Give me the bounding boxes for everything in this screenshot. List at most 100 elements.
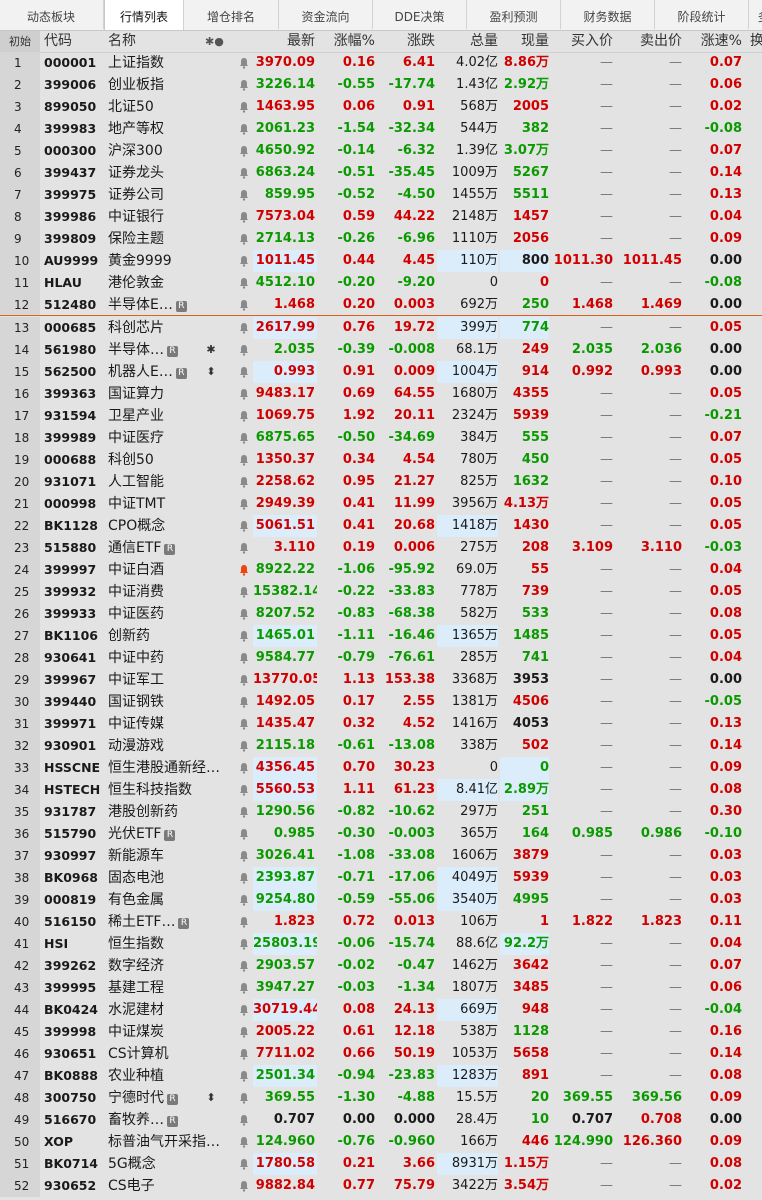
- tab-7[interactable]: 阶段统计: [655, 0, 749, 29]
- bell-icon[interactable]: [236, 581, 252, 603]
- bell-icon[interactable]: [236, 845, 252, 867]
- table-row[interactable]: 22 BK1128 CPO概念 5061.51 0.41 20.68 1418万 1430 — —…: [0, 515, 762, 537]
- table-row[interactable]: 12 512480 半导体E… R 1.468 0.20 0.003 692万 250 1.468…: [0, 294, 762, 316]
- bell-icon[interactable]: [236, 647, 252, 669]
- tab-5[interactable]: 盈利预测: [467, 0, 561, 29]
- bell-icon[interactable]: [236, 955, 252, 977]
- bell-icon[interactable]: [236, 889, 252, 911]
- bell-icon[interactable]: [236, 713, 252, 735]
- table-row[interactable]: 9 399809 保险主题 2714.13 -0.26 -6.96 1110万 2056 — — 0…: [0, 228, 762, 250]
- bell-icon[interactable]: [236, 140, 252, 162]
- table-row[interactable]: 34 HSTECH 恒生科技指数 5560.53 1.11 61.23 8.41亿 2.89万…: [0, 779, 762, 801]
- col-header-speed[interactable]: 涨速%: [683, 31, 742, 52]
- bell-icon[interactable]: [236, 669, 252, 691]
- table-row[interactable]: 28 930641 中证中药 9584.77 -0.79 -76.61 285万 741 — — 0…: [0, 647, 762, 669]
- table-row[interactable]: 49 516670 畜牧养… R 0.707 0.00 0.000 28.4万 10 0.707 0…: [0, 1109, 762, 1131]
- bell-icon[interactable]: [236, 625, 252, 647]
- bell-icon[interactable]: [236, 559, 252, 581]
- table-row[interactable]: 43 399995 基建工程 3947.27 -0.03 -1.34 1807万 3485 — —…: [0, 977, 762, 999]
- tab-6[interactable]: 财务数据: [561, 0, 655, 29]
- bell-icon[interactable]: [236, 250, 252, 272]
- table-row[interactable]: 19 000688 科创50 1350.37 0.34 4.54 780万 450 — — 0.05: [0, 449, 762, 471]
- bell-icon[interactable]: [236, 427, 252, 449]
- table-row[interactable]: 46 930651 CS计算机 7711.02 0.66 50.19 1053万 5658 — —…: [0, 1043, 762, 1065]
- table-row[interactable]: 31 399971 中证传媒 1435.47 0.32 4.52 1416万 4053 — — 0.…: [0, 713, 762, 735]
- bell-icon[interactable]: [236, 383, 252, 405]
- tab-8[interactable]: 多: [749, 0, 762, 29]
- table-row[interactable]: 3 899050 北证50 1463.95 0.06 0.91 568万 2005 — — 0.02: [0, 96, 762, 118]
- table-row[interactable]: 20 931071 人工智能 2258.62 0.95 21.27 825万 1632 — — 0.…: [0, 471, 762, 493]
- bell-icon[interactable]: [236, 603, 252, 625]
- bell-icon[interactable]: [236, 911, 252, 933]
- bell-icon[interactable]: [236, 228, 252, 250]
- bell-icon[interactable]: [236, 74, 252, 96]
- bell-icon[interactable]: [236, 1043, 252, 1065]
- bell-icon[interactable]: [236, 823, 252, 845]
- table-row[interactable]: 4 399983 地产等权 2061.23 -1.54 -32.34 544万 382 — — -0…: [0, 118, 762, 140]
- bell-icon[interactable]: [236, 162, 252, 184]
- tab-0[interactable]: 动态板块: [0, 0, 104, 29]
- table-row[interactable]: 32 930901 动漫游戏 2115.18 -0.61 -13.08 338万 502 — — 0…: [0, 735, 762, 757]
- table-row[interactable]: 45 399998 中证煤炭 2005.22 0.61 12.18 538万 1128 — — 0.…: [0, 1021, 762, 1043]
- bell-icon[interactable]: [236, 339, 252, 361]
- table-row[interactable]: 29 399967 中证军工 13770.05 1.13 153.38 3368万 3953 —…: [0, 669, 762, 691]
- table-row[interactable]: 52 930652 CS电子 9882.84 0.77 75.79 3422万 3.54万 — —…: [0, 1175, 762, 1197]
- table-row[interactable]: 48 300750 宁德时代 R ⬍ 369.55 -1.30 -4.88 15.5万 20 369…: [0, 1087, 762, 1109]
- bell-icon[interactable]: [236, 867, 252, 889]
- col-header-current-volume[interactable]: 现量: [500, 31, 549, 52]
- bell-icon[interactable]: [236, 1087, 252, 1109]
- bell-icon[interactable]: [236, 1153, 252, 1175]
- bell-icon[interactable]: [236, 361, 252, 383]
- table-row[interactable]: 36 515790 光伏ETF R 0.985 -0.30 -0.003 365万 164 0.9…: [0, 823, 762, 845]
- col-header-ask[interactable]: 卖出价: [621, 31, 682, 52]
- table-row[interactable]: 23 515880 通信ETF R 3.110 0.19 0.006 275万 208 3.109…: [0, 537, 762, 559]
- col-header-initial[interactable]: 初始: [0, 31, 40, 52]
- bell-icon[interactable]: [236, 206, 252, 228]
- col-header-code[interactable]: 代码: [44, 31, 72, 52]
- table-row[interactable]: 21 000998 中证TMT 2949.39 0.41 11.99 3956万 4.13万 —…: [0, 493, 762, 515]
- col-header-name[interactable]: 名称: [108, 31, 136, 52]
- bell-icon[interactable]: [236, 801, 252, 823]
- tab-4[interactable]: DDE决策: [373, 0, 467, 29]
- table-row[interactable]: 41 HSI 恒生指数 25803.19 -0.06 -15.74 88.6亿 92.2万 — —…: [0, 933, 762, 955]
- table-row[interactable]: 25 399932 中证消费 15382.14 -0.22 -33.83 778万 739 — —…: [0, 581, 762, 603]
- table-row[interactable]: 30 399440 国证钢铁 1492.05 0.17 2.55 1381万 4506 — — -0…: [0, 691, 762, 713]
- tab-2[interactable]: 增仓排名: [184, 0, 279, 29]
- table-row[interactable]: 35 931787 港股创新药 1290.56 -0.82 -10.62 297万 251 — —…: [0, 801, 762, 823]
- table-row[interactable]: 5 000300 沪深300 4650.92 -0.14 -6.32 1.39亿 3.07万 —…: [0, 140, 762, 162]
- table-row[interactable]: 17 931594 卫星产业 1069.75 1.92 20.11 2324万 5939 — — -…: [0, 405, 762, 427]
- bell-icon[interactable]: [236, 735, 252, 757]
- bell-icon[interactable]: [236, 779, 252, 801]
- bell-icon[interactable]: [236, 52, 252, 74]
- table-row[interactable]: 6 399437 证券龙头 6863.24 -0.51 -35.45 1009万 5267 — —…: [0, 162, 762, 184]
- bell-icon[interactable]: [236, 1065, 252, 1087]
- bell-icon[interactable]: [236, 999, 252, 1021]
- table-row[interactable]: 50 XOP 标普油气开采指… 124.960 -0.76 -0.960 166万 446 12…: [0, 1131, 762, 1153]
- bell-icon[interactable]: [236, 691, 252, 713]
- table-row[interactable]: 42 399262 数字经济 2903.57 -0.02 -0.47 1462万 3642 — —…: [0, 955, 762, 977]
- table-row[interactable]: 7 399975 证券公司 859.95 -0.52 -4.50 1455万 5511 — — 0.…: [0, 184, 762, 206]
- table-row[interactable]: 51 BK0714 5G概念 1780.58 0.21 3.66 8931万 1.15万 — — 0…: [0, 1153, 762, 1175]
- table-row[interactable]: 40 516150 稀土ETF… R 1.823 0.72 0.013 106万 1 1.822 1…: [0, 911, 762, 933]
- table-row[interactable]: 47 BK0888 农业种植 2501.34 -0.94 -23.83 1283万 891 — —…: [0, 1065, 762, 1087]
- bell-icon[interactable]: [236, 96, 252, 118]
- table-row[interactable]: 16 399363 国证算力 9483.17 0.69 64.55 1680万 4355 — — 0…: [0, 383, 762, 405]
- table-row[interactable]: 24 399997 中证白酒 8922.22 -1.06 -95.92 69.0万 55 — — 0…: [0, 559, 762, 581]
- table-row[interactable]: 1 000001 上证指数 3970.09 0.16 6.41 4.02亿 8.86万 — — 0.…: [0, 52, 762, 74]
- bell-icon[interactable]: [236, 977, 252, 999]
- table-row[interactable]: 37 930997 新能源车 3026.41 -1.08 -33.08 1606万 3879 —…: [0, 845, 762, 867]
- bell-icon[interactable]: [236, 1131, 252, 1153]
- col-header-bid[interactable]: 买入价: [551, 31, 613, 52]
- col-header-flag[interactable]: ✱●: [205, 31, 224, 52]
- table-row[interactable]: 2 399006 创业板指 3226.14 -0.55 -17.74 1.43亿 2.92万 —…: [0, 74, 762, 96]
- col-header-price[interactable]: 最新: [253, 31, 315, 52]
- bell-icon[interactable]: [236, 493, 252, 515]
- table-row[interactable]: 44 BK0424 水泥建材 30719.44 0.08 24.13 669万 948 — — -0…: [0, 999, 762, 1021]
- table-row[interactable]: 10 AU9999 黄金9999 1011.45 0.44 4.45 110万 800 1011…: [0, 250, 762, 272]
- col-header-pct[interactable]: 涨幅%: [317, 31, 375, 52]
- table-row[interactable]: 38 BK0968 固态电池 2393.87 -0.71 -17.06 4049万 5939 —…: [0, 867, 762, 889]
- tab-1[interactable]: 行情列表: [104, 0, 184, 30]
- bell-icon[interactable]: [236, 1109, 252, 1131]
- table-row[interactable]: 39 000819 有色金属 9254.80 -0.59 -55.06 3540万 4995 —…: [0, 889, 762, 911]
- bell-icon[interactable]: [236, 272, 252, 294]
